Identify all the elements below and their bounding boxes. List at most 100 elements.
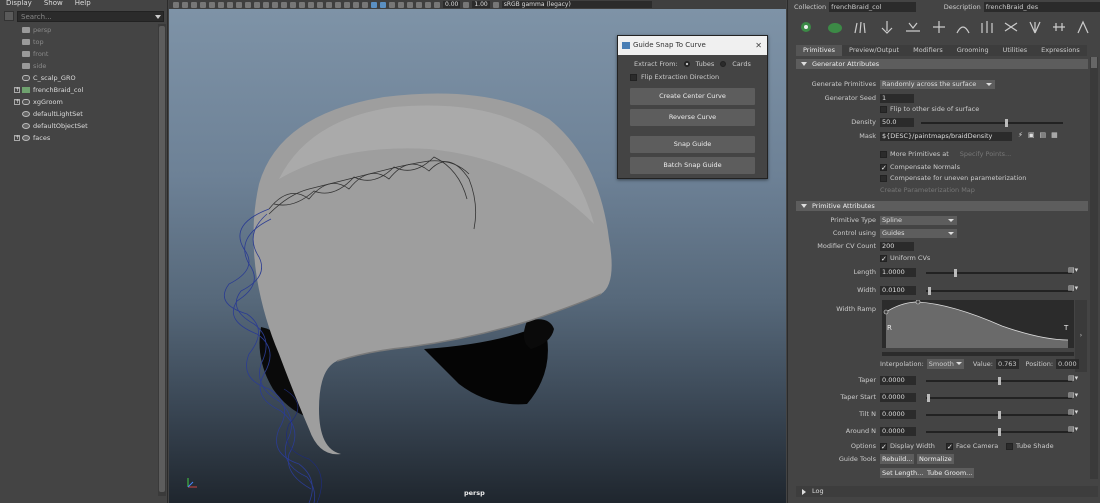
dialog-titlebar[interactable]: Guide Snap To Curve ✕	[618, 36, 767, 55]
viewport-tool-icon[interactable]	[344, 1, 350, 8]
attr-scrollbar[interactable]	[1090, 57, 1098, 479]
viewport-tool-icon[interactable]	[272, 1, 278, 8]
display-width-checkbox[interactable]	[880, 442, 887, 452]
density-slider-knob[interactable]	[1005, 119, 1008, 127]
width-ramp-graph[interactable]	[882, 300, 1074, 356]
ramp-value-field[interactable]: 0.763	[995, 359, 1019, 369]
outliner-item[interactable]: top	[0, 36, 156, 48]
add-patch-icon[interactable]	[826, 19, 844, 35]
taper-menu-icon[interactable]: ▤▾	[1068, 374, 1078, 382]
expand-icon[interactable]: +	[14, 99, 20, 105]
tab-modifiers[interactable]: Modifiers	[906, 45, 950, 56]
rebuild-button[interactable]: Rebuild...	[880, 454, 915, 464]
viewport-tool-icon[interactable]	[353, 1, 359, 8]
viewport-tool-icon[interactable]	[371, 1, 377, 8]
viewport-tool-icon[interactable]	[182, 1, 188, 8]
view-transform-icon[interactable]	[492, 1, 499, 8]
viewport-tool-icon[interactable]	[236, 1, 242, 8]
viewport-tool-icon[interactable]	[254, 1, 260, 8]
viewport-tool-icon[interactable]	[227, 1, 233, 8]
width-slider[interactable]	[926, 287, 1072, 295]
color-space-dropdown[interactable]: sRGB gamma (legacy)	[501, 1, 652, 8]
flip-extraction-checkbox[interactable]	[630, 73, 637, 81]
filter-icon[interactable]	[4, 11, 14, 21]
control-using-dropdown[interactable]: Guides	[880, 229, 957, 238]
tilt-menu-icon[interactable]: ▤▾	[1068, 408, 1078, 416]
tab-grooming[interactable]: Grooming	[949, 45, 996, 56]
viewport-tool-icon[interactable]	[326, 1, 332, 8]
compensate-uneven-checkbox[interactable]	[880, 174, 887, 182]
viewport-tool-icon[interactable]	[245, 1, 251, 8]
tube-shade-checkbox[interactable]	[1006, 442, 1013, 450]
exposure-field[interactable]: 0.00	[443, 1, 461, 8]
create-param-map-button[interactable]: Create Parameterization Map	[880, 185, 975, 195]
outliner-scrollbar[interactable]	[158, 24, 166, 496]
taper-start-menu-icon[interactable]: ▤▾	[1068, 391, 1078, 399]
menu-display[interactable]: Display	[6, 0, 32, 8]
around-menu-icon[interactable]: ▤▾	[1068, 425, 1078, 433]
menu-show[interactable]: Show	[44, 0, 63, 8]
create-description-icon[interactable]	[798, 19, 816, 35]
viewport-tool-icon[interactable]	[434, 1, 440, 8]
tab-expressions[interactable]: Expressions	[1034, 45, 1087, 56]
guide-tools-icon[interactable]	[978, 19, 996, 35]
viewport-tool-icon[interactable]	[317, 1, 323, 8]
reverse-curve-button[interactable]: Reverse Curve	[630, 109, 755, 126]
cut-icon[interactable]	[1050, 19, 1068, 35]
length-slider[interactable]	[926, 269, 1072, 277]
grass-icon[interactable]	[852, 19, 870, 35]
tilt-slider-knob[interactable]	[998, 411, 1001, 419]
outliner-item[interactable]: defaultLightSet	[0, 108, 156, 120]
batch-snap-guide-button[interactable]: Batch Snap Guide	[630, 157, 755, 174]
generator-seed-field[interactable]: 1	[880, 94, 914, 103]
ramp-position-field[interactable]: 0.000	[1056, 359, 1079, 369]
attr-scroll-thumb[interactable]	[1091, 57, 1097, 68]
around-slider-knob[interactable]	[998, 428, 1001, 436]
compensate-normals-checkbox[interactable]	[880, 163, 887, 173]
preview-icon[interactable]	[1074, 19, 1092, 35]
expand-icon[interactable]: +	[14, 135, 20, 141]
tab-primitives[interactable]: Primitives	[796, 45, 843, 56]
viewport-tool-icon[interactable]	[290, 1, 296, 8]
viewport-tool-icon[interactable]	[218, 1, 224, 8]
menu-help[interactable]: Help	[75, 0, 91, 8]
outliner-item[interactable]: defaultObjectSet	[0, 120, 156, 132]
density-field[interactable]: 50.0	[880, 118, 914, 127]
width-slider-knob[interactable]	[928, 287, 931, 295]
clump-icon[interactable]	[1026, 19, 1044, 35]
gamma-field[interactable]: 1.00	[472, 1, 490, 8]
add-guide-icon[interactable]	[930, 19, 948, 35]
viewport-tool-icon[interactable]	[398, 1, 404, 8]
viewport-tool-icon[interactable]	[191, 1, 197, 8]
face-camera-checkbox[interactable]	[946, 442, 953, 452]
collection-select[interactable]: frenchBraid_col	[829, 2, 917, 12]
flip-surface-checkbox[interactable]	[880, 105, 887, 113]
close-icon[interactable]: ✕	[755, 36, 762, 55]
viewport-tool-icon[interactable]	[380, 1, 386, 8]
viewport-tool-icon[interactable]	[299, 1, 305, 8]
mask-field[interactable]: ${DESC}/paintmaps/braidDensity	[880, 132, 1012, 141]
expand-icon[interactable]: +	[14, 87, 20, 93]
viewport-tool-icon[interactable]	[200, 1, 206, 8]
taper-start-slider-knob[interactable]	[927, 394, 930, 402]
tilt-field[interactable]: 0.0000	[880, 410, 916, 419]
outliner-item[interactable]: + faces	[0, 132, 156, 144]
viewport-tool-icon[interactable]	[173, 1, 179, 8]
viewport-tool-icon[interactable]	[263, 1, 269, 8]
mask-tools-icon[interactable]: ⚡▣▤▦	[1018, 131, 1063, 139]
viewport-tool-icon[interactable]	[362, 1, 368, 8]
outliner-item[interactable]: front	[0, 48, 156, 60]
taper-slider-knob[interactable]	[998, 377, 1001, 385]
around-field[interactable]: 0.0000	[880, 427, 916, 436]
width-menu-icon[interactable]: ▤▾	[1068, 284, 1078, 292]
set-length-button[interactable]: Set Length...	[880, 468, 926, 478]
generate-primitives-dropdown[interactable]: Randomly across the surface	[880, 80, 995, 89]
normalize-button[interactable]: Normalize	[917, 454, 954, 464]
tab-utilities[interactable]: Utilities	[995, 45, 1035, 56]
viewport-tool-icon[interactable]	[425, 1, 431, 8]
viewport-tool-icon[interactable]	[389, 1, 395, 8]
tube-groom-button[interactable]: Tube Groom...	[925, 468, 975, 478]
modifier-cv-field[interactable]: 200	[880, 242, 914, 251]
viewport-tool-icon[interactable]	[281, 1, 287, 8]
convert-icon[interactable]	[1002, 19, 1020, 35]
